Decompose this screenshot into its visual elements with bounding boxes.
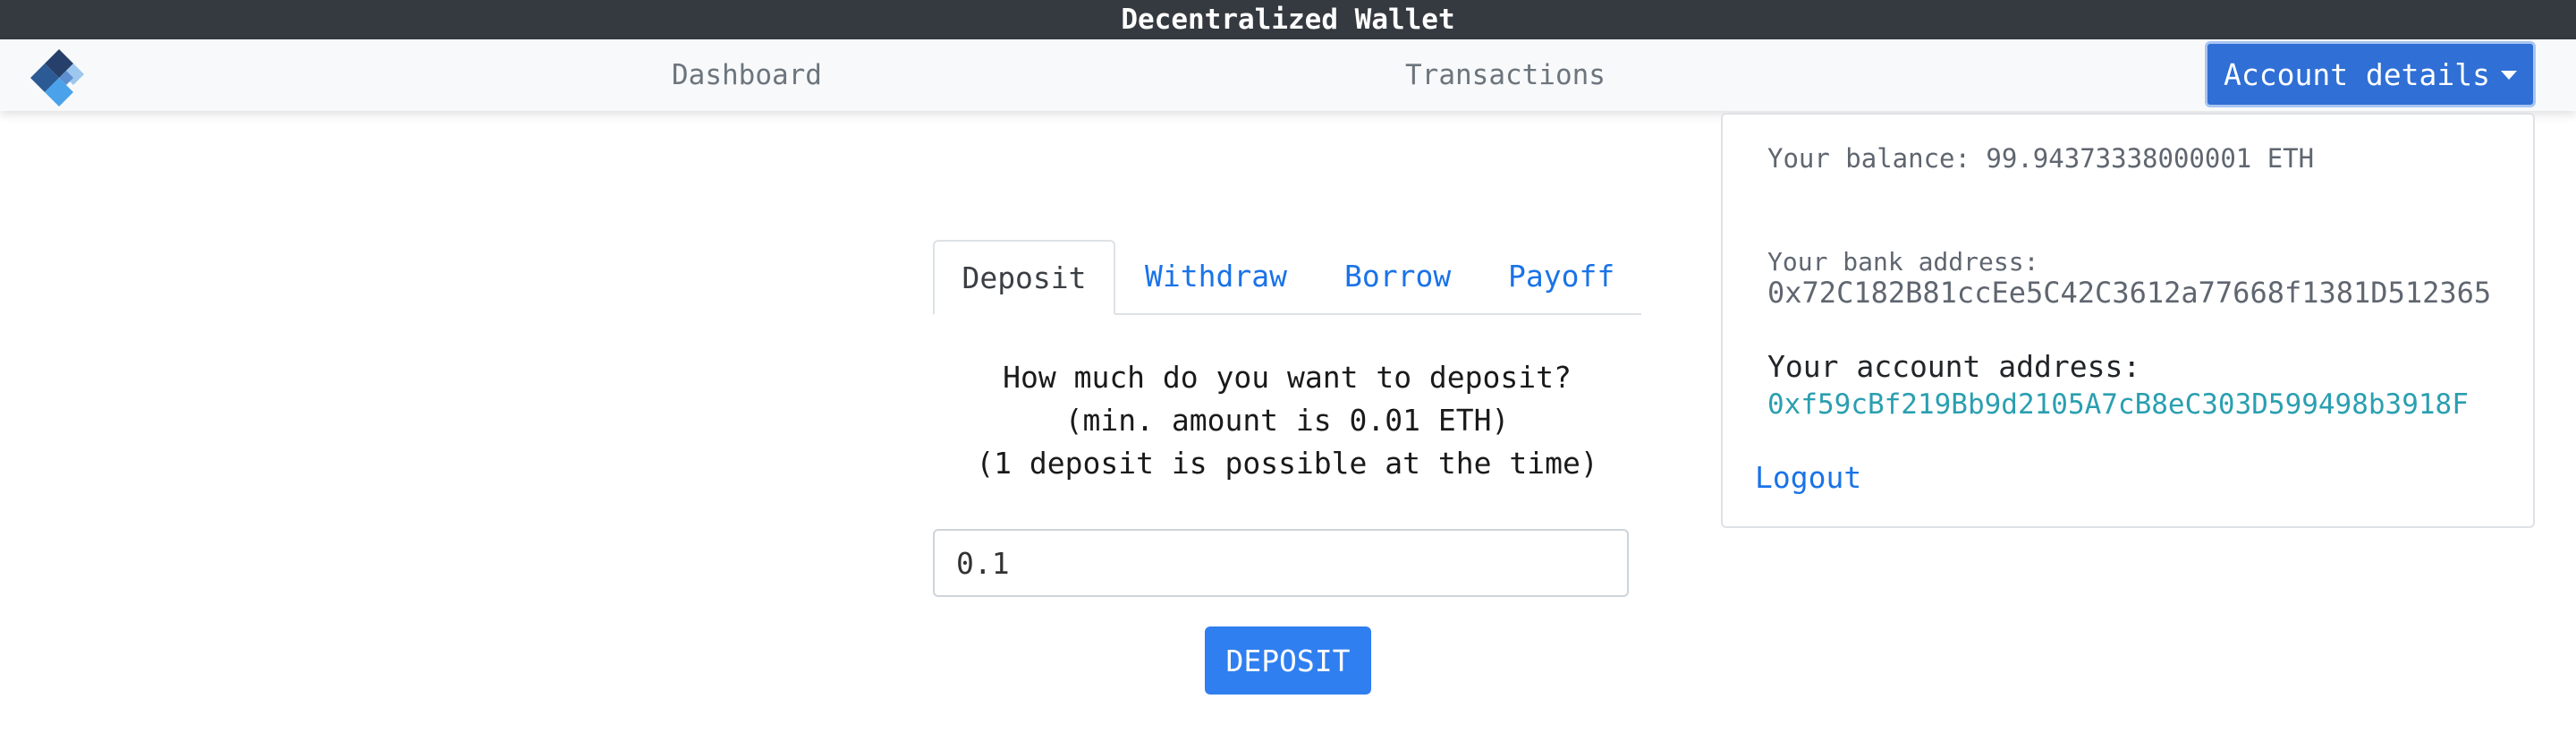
logout-link[interactable]: Logout — [1755, 460, 1861, 495]
deposit-limit-line: (1 deposit is possible at the time) — [976, 446, 1598, 481]
top-navbar: Dashboard Transactions Account details — [0, 39, 2576, 111]
account-dropdown-menu: Your balance: 99.94373338000001 ETH Your… — [1721, 113, 2535, 528]
account-address-value: 0xf59cBf219Bb9d2105A7cB8eC303D599498b391… — [1767, 388, 2469, 421]
tab-deposit[interactable]: Deposit — [933, 240, 1115, 315]
window-title-bar: Decentralized Wallet — [0, 0, 2576, 39]
account-details-button[interactable]: Account details — [2205, 41, 2536, 107]
deposit-prompt-line: How much do you want to deposit? — [1003, 360, 1572, 395]
bank-address-value: 0x72C182B81ccEe5C42C3612a77668f1381D5123… — [1767, 276, 2492, 310]
deposit-button[interactable]: DEPOSIT — [1205, 626, 1371, 695]
bank-address-label: Your bank address: — [1767, 247, 2039, 277]
nav-link-dashboard[interactable]: Dashboard — [672, 39, 822, 111]
diamond-logo-icon[interactable] — [27, 44, 91, 108]
nav-link-transactions[interactable]: Transactions — [1405, 39, 1606, 111]
window-title: Decentralized Wallet — [1121, 4, 1455, 36]
balance-text: Your balance: 99.94373338000001 ETH — [1767, 143, 2315, 174]
tab-payoff[interactable]: Payoff — [1508, 240, 1614, 313]
tab-borrow[interactable]: Borrow — [1344, 240, 1451, 313]
deposit-amount-input[interactable] — [933, 529, 1629, 597]
action-tabs: Deposit Withdraw Borrow Payoff — [933, 240, 1641, 315]
tab-withdraw[interactable]: Withdraw — [1145, 240, 1287, 313]
deposit-min-amount-line: (min. amount is 0.01 ETH) — [1064, 403, 1510, 438]
account-details-label: Account details — [2223, 56, 2490, 92]
deposit-prompt: How much do you want to deposit? (min. a… — [933, 356, 1641, 485]
caret-down-icon — [2501, 71, 2517, 80]
account-address-label: Your account address: — [1767, 349, 2141, 384]
